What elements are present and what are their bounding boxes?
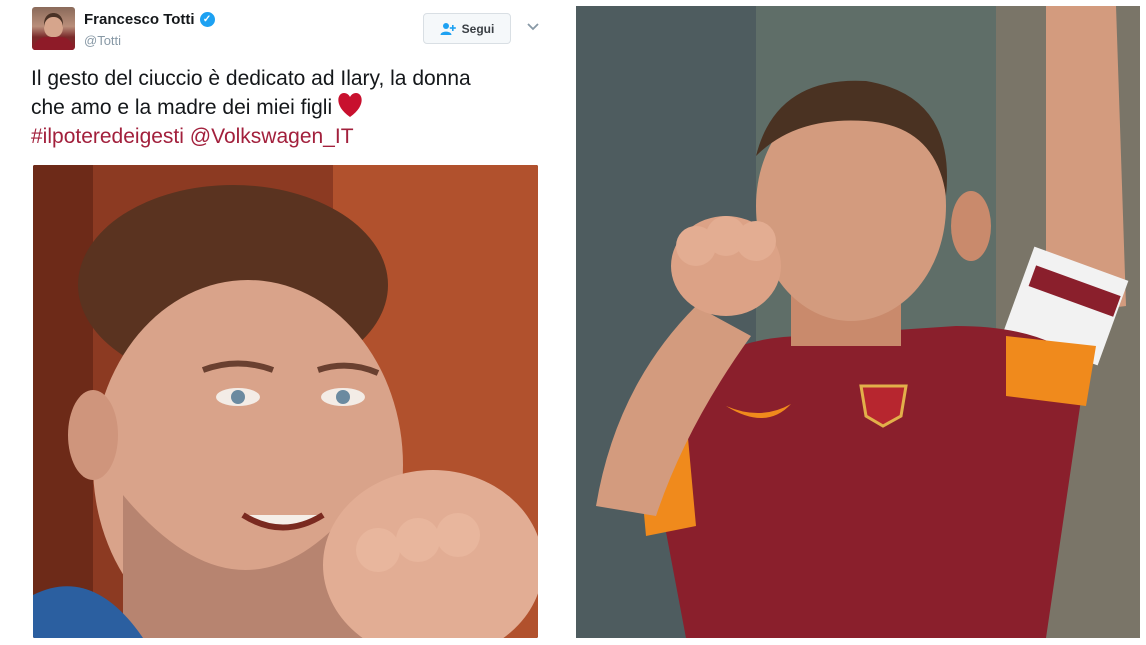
add-user-icon: [440, 22, 456, 35]
author-row: Francesco Totti ✓: [84, 11, 215, 28]
tweet-text-line: Il gesto del ciuccio è dedicato ad Ilary…: [31, 67, 471, 90]
mention-link[interactable]: @Volkswagen_IT: [190, 125, 354, 148]
chevron-down-icon[interactable]: [527, 22, 539, 32]
tweet-photo-illustration: [33, 165, 538, 638]
tweet-photo[interactable]: [33, 165, 538, 638]
player-photo-illustration: [576, 6, 1140, 638]
tweet-text-line-2: che amo e la madre dei miei figli: [31, 93, 551, 122]
player-photo[interactable]: [576, 6, 1140, 638]
heart-icon: [338, 93, 362, 118]
verified-badge-icon: ✓: [199, 12, 215, 27]
avatar[interactable]: [32, 7, 75, 50]
handle[interactable]: @Totti: [84, 33, 121, 48]
follow-button[interactable]: Segui: [423, 13, 511, 44]
follow-label: Segui: [461, 21, 495, 36]
display-name[interactable]: Francesco Totti: [84, 11, 195, 28]
tweet-card: Francesco Totti ✓ @Totti Segui Il gesto …: [0, 0, 560, 645]
tweet-text: Il gesto del ciuccio è dedicato ad Ilary…: [31, 64, 551, 151]
hashtag-link[interactable]: #ilpoteredeigesti: [31, 125, 184, 148]
tweet-links-line: #ilpoteredeigesti @Volkswagen_IT: [31, 122, 551, 151]
